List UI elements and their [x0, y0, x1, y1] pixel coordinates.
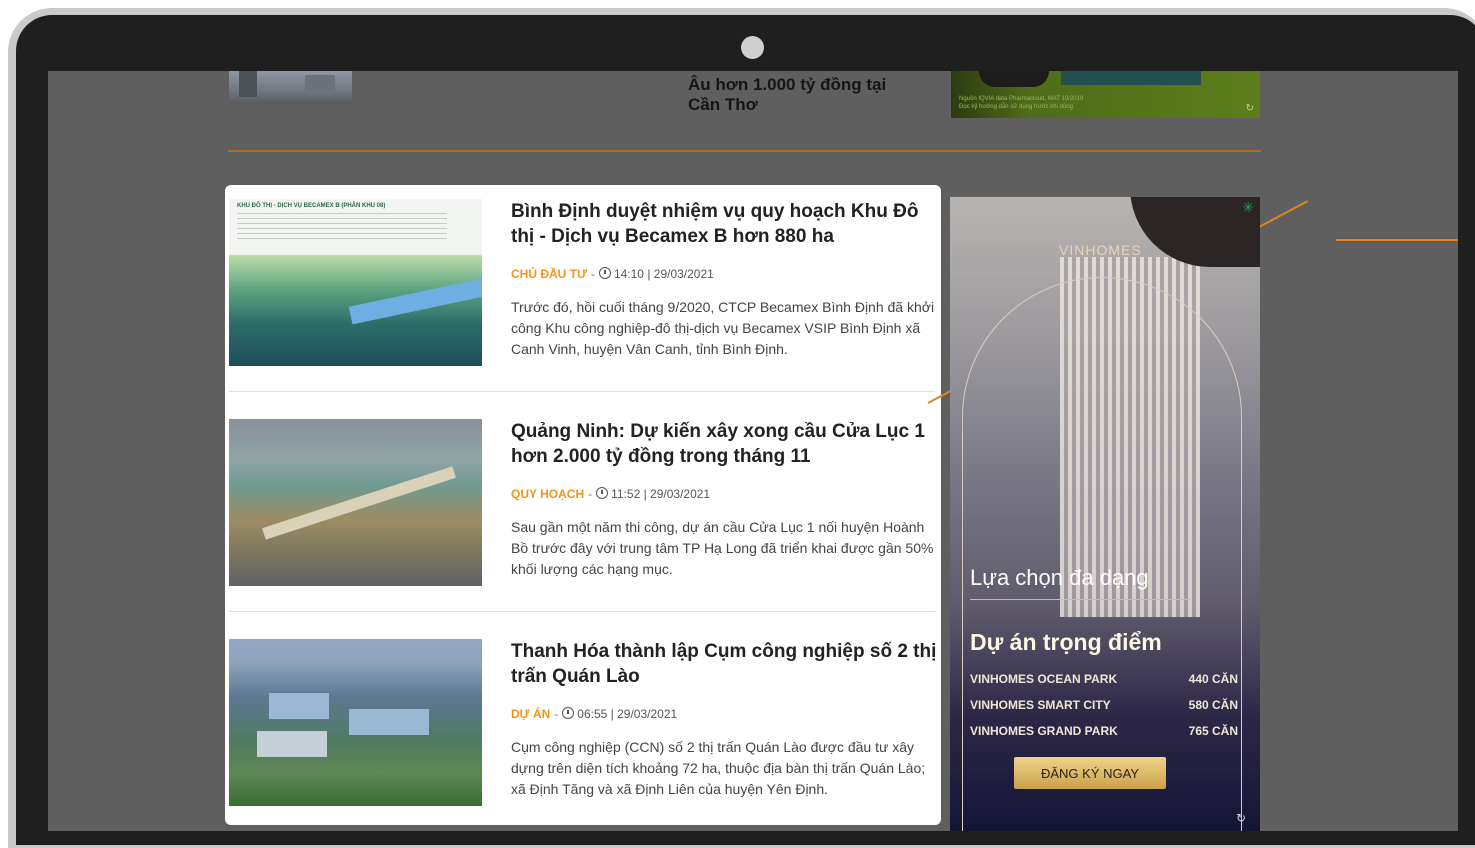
thumbnail-caption: KHU ĐÔ THỊ - DỊCH VỤ BECAMEX B (PHÂN KHU…: [237, 203, 386, 209]
ad-project-row: VINHOMES OCEAN PARK 440 CĂN: [970, 672, 1238, 698]
camera-icon: [741, 36, 764, 59]
top-story-thumbnail[interactable]: [229, 71, 352, 104]
news-item[interactable]: Thanh Hóa thành lập Cụm công nghiệp số 2…: [225, 625, 941, 831]
register-button[interactable]: ĐĂNG KÝ NGAY: [1014, 757, 1166, 789]
ad-project-name: VINHOMES SMART CITY: [970, 698, 1111, 712]
top-story-title[interactable]: Âu hơn 1.000 tỷ đồng tại Cần Thơ: [688, 75, 938, 115]
news-excerpt: Sau gần một năm thi công, dự án cầu Cửa …: [511, 519, 934, 577]
ad-project-name: VINHOMES GRAND PARK: [970, 724, 1118, 738]
ad-product-image: [979, 71, 1049, 87]
news-headline[interactable]: Bình Định duyệt nhiệm vụ quy hoạch Khu Đ…: [511, 199, 941, 249]
ad-project-row: VINHOMES GRAND PARK 765 CĂN: [970, 724, 1238, 750]
news-meta: DỰ ÁN - 06:55 | 29/03/2021: [511, 707, 677, 721]
clock-icon: [596, 487, 609, 499]
meta-separator: -: [588, 487, 593, 501]
ad-headline: Lựa chọn đa dạng: [970, 565, 1149, 590]
news-time: 06:55 | 29/03/2021: [577, 707, 678, 721]
thumbnail-bridge: [262, 466, 456, 540]
news-time: 11:52 | 29/03/2021: [611, 487, 711, 501]
news-thumbnail[interactable]: [229, 639, 482, 806]
news-item[interactable]: KHU ĐÔ THỊ - DỊCH VỤ BECAMEX B (PHÂN KHU…: [225, 185, 941, 395]
ad-project-row: VINHOMES SMART CITY 580 CĂN: [970, 698, 1238, 724]
refresh-icon[interactable]: ↻: [1246, 103, 1254, 114]
news-meta: QUY HOẠCH - 11:52 | 29/03/2021: [511, 487, 710, 501]
vinhomes-advertisement[interactable]: VINHOMES Lựa chọn đa dạng Dự án trọng đi…: [950, 197, 1260, 831]
ad-disclaimer-line-2: Đọc kỹ hướng dẫn sử dụng trước khi dùng: [959, 104, 1073, 110]
ad-subtitle: Dự án trọng điểm: [970, 629, 1162, 655]
adchoices-icon[interactable]: ✳: [1242, 199, 1254, 216]
thumbnail-roof: [257, 731, 327, 757]
news-item[interactable]: Quảng Ninh: Dự kiến xây xong cầu Cửa Lục…: [225, 405, 941, 615]
ad-rule: [970, 599, 1190, 600]
news-time: 14:10 | 29/03/2021: [613, 267, 714, 281]
news-excerpt: Trước đó, hồi cuối tháng 9/2020, CTCP Be…: [511, 299, 935, 357]
ad-disclaimer: Nguồn IQVIA data Pharmacloud, MAT 10/201…: [959, 95, 1159, 111]
clock-icon: [598, 267, 611, 279]
item-divider: [229, 391, 935, 392]
item-divider: [229, 611, 935, 612]
ad-project-table: VINHOMES OCEAN PARK 440 CĂN VINHOMES SMA…: [970, 672, 1238, 750]
ad-project-name: VINHOMES OCEAN PARK: [970, 672, 1118, 686]
meta-separator: -: [554, 707, 559, 721]
news-excerpt: Cụm công nghiệp (CCN) số 2 thị trấn Quán…: [511, 739, 926, 797]
ad-project-units: 765 CĂN: [1188, 724, 1238, 738]
vinhomes-logo: VINHOMES: [1059, 242, 1142, 258]
ad-product-box: [1061, 71, 1201, 85]
ad-project-units: 580 CĂN: [1188, 698, 1238, 712]
thumbnail-roof: [349, 709, 429, 735]
top-advertisement[interactable]: Nguồn IQVIA data Pharmacloud, MAT 10/201…: [951, 71, 1260, 118]
section-divider: [228, 150, 1261, 152]
news-headline[interactable]: Thanh Hóa thành lập Cụm công nghiệp số 2…: [511, 639, 941, 689]
thumbnail-roof: [269, 693, 329, 719]
top-story-title-line-1: Âu hơn 1.000 tỷ đồng tại: [688, 75, 887, 94]
meta-separator: -: [590, 267, 595, 281]
top-story-title-line-2: Cần Thơ: [688, 95, 758, 114]
news-thumbnail[interactable]: [229, 419, 482, 586]
news-meta: CHỦ ĐẦU TƯ - 14:10 | 29/03/2021: [511, 267, 714, 281]
news-headline[interactable]: Quảng Ninh: Dự kiến xây xong cầu Cửa Lục…: [511, 419, 941, 469]
screen: Âu hơn 1.000 tỷ đồng tại Cần Thơ Nguồn I…: [48, 71, 1458, 831]
ad-disclaimer-line-1: Nguồn IQVIA data Pharmacloud, MAT 10/201…: [959, 96, 1084, 102]
ad-project-units: 440 CĂN: [1188, 672, 1238, 686]
thumbnail-text-lines: [237, 213, 447, 241]
refresh-icon[interactable]: ↻: [1236, 811, 1246, 825]
news-category[interactable]: QUY HOẠCH: [511, 487, 584, 501]
thumbnail-river: [348, 275, 482, 325]
clock-icon: [562, 707, 575, 719]
news-thumbnail[interactable]: KHU ĐÔ THỊ - DỊCH VỤ BECAMEX B (PHÂN KHU…: [229, 199, 482, 366]
news-category[interactable]: CHỦ ĐẦU TƯ: [511, 267, 587, 281]
annotation-line: [1336, 239, 1458, 241]
news-category[interactable]: DỰ ÁN: [511, 707, 550, 721]
news-list: KHU ĐÔ THỊ - DỊCH VỤ BECAMEX B (PHÂN KHU…: [225, 185, 941, 825]
